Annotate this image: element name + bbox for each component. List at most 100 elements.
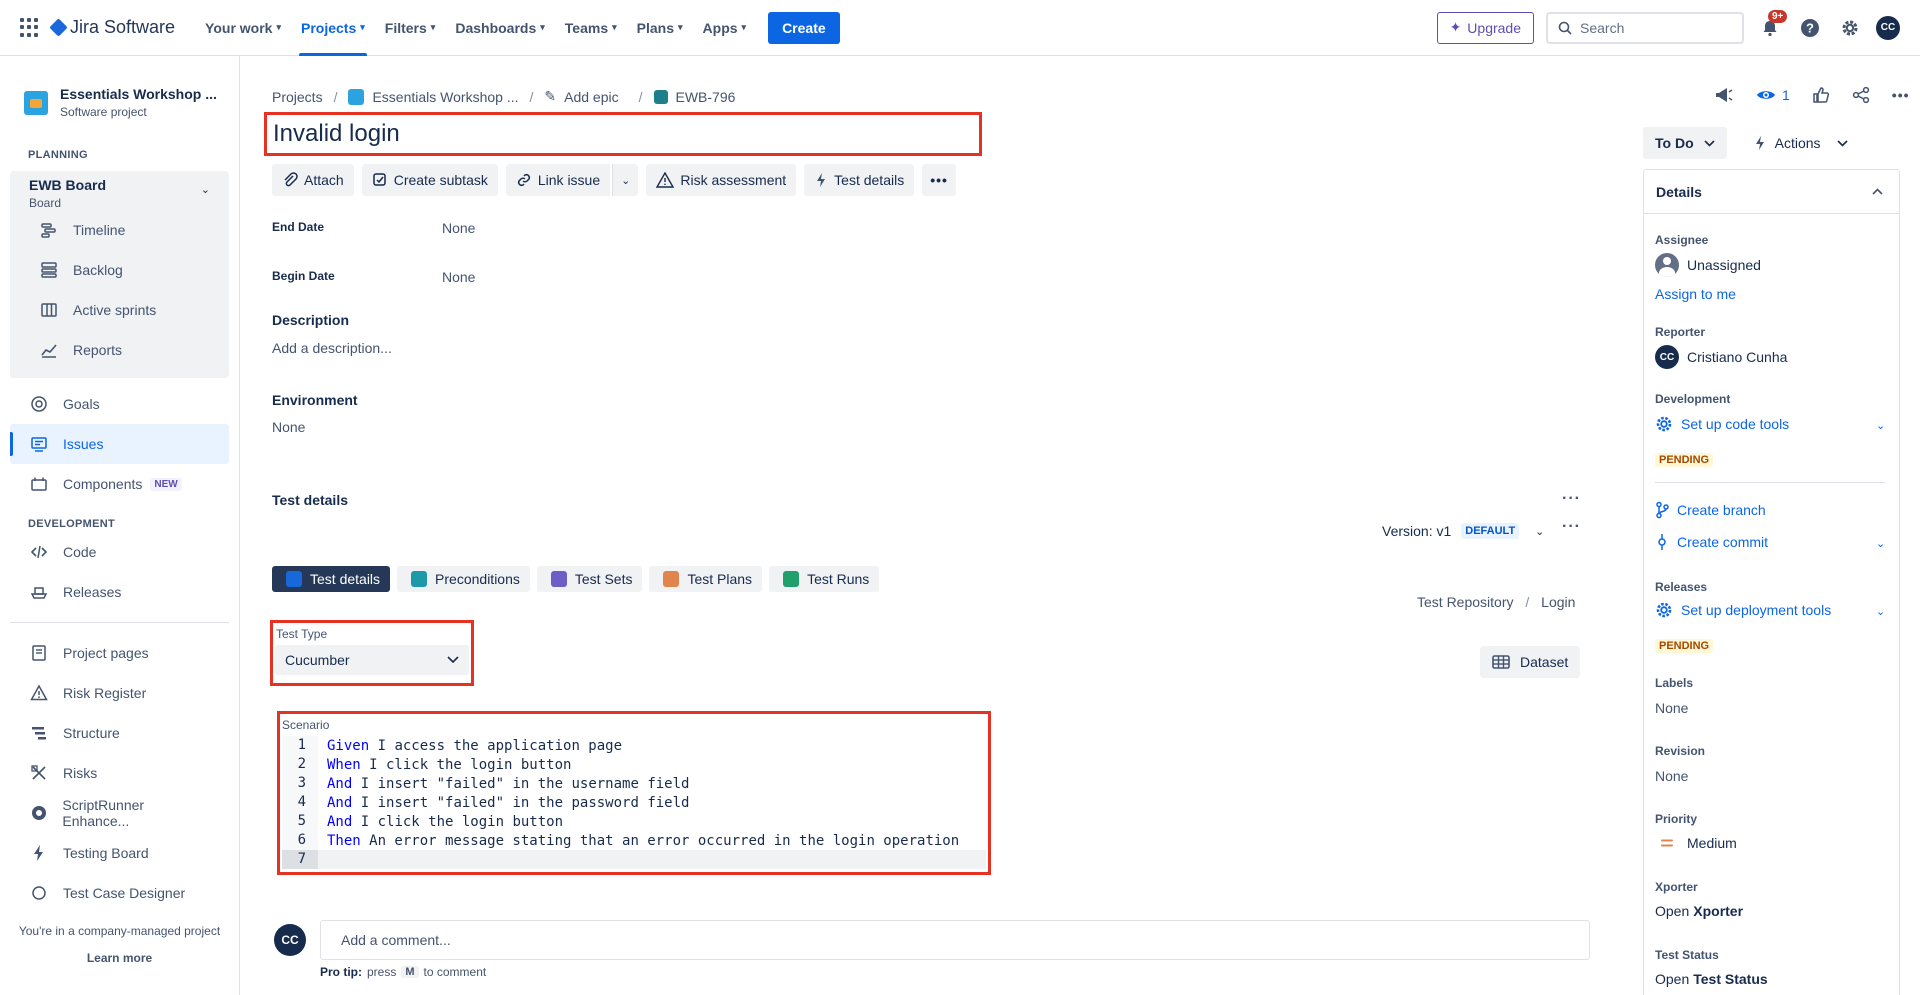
tab-test-details[interactable]: Test details [272,566,391,592]
version-more-icon[interactable]: ··· [1562,518,1581,536]
actions-dropdown[interactable]: Actions [1741,127,1860,159]
environment-value[interactable]: None [272,419,305,435]
revision-value[interactable]: None [1655,768,1688,784]
learn-more-link[interactable]: Learn more [0,951,239,965]
tab-preconditions[interactable]: Preconditions [397,566,530,592]
test-status-value[interactable]: Open Test Status [1655,971,1768,987]
sidebar-item-project-pages[interactable]: Project pages [0,633,239,673]
breadcrumb-add-epic[interactable]: Add epic [564,89,618,105]
thumbs-up-icon[interactable] [1812,86,1830,104]
user-avatar[interactable]: CC [1876,15,1900,40]
priority-value[interactable]: Medium [1655,835,1737,851]
details-header[interactable]: Details [1644,170,1899,214]
code-line[interactable]: 1 Given I access the application page [282,736,986,755]
xporter-value[interactable]: Open Xporter [1655,903,1743,919]
nav-filters[interactable]: Filters ▾ [377,0,444,56]
structure-icon [29,723,49,743]
assignee-value[interactable]: Unassigned [1655,253,1761,277]
sidebar-item-releases[interactable]: Releases [0,572,239,612]
test-folder-link[interactable]: Login [1541,594,1575,610]
version-selector[interactable]: Version: v1 DEFAULT ⌄ [1382,523,1544,539]
sidebar-item-risk-register[interactable]: Risk Register [0,673,239,713]
board-selector[interactable]: EWB Board Board ⌄ [10,177,229,210]
create-button[interactable]: Create [768,11,840,44]
create-branch-link[interactable]: Create branch [1655,501,1766,519]
test-details-button[interactable]: Test details [804,164,915,196]
sidebar-item-components[interactable]: Components NEW [0,464,239,504]
risk-assessment-button[interactable]: Risk assessment [646,164,797,196]
breadcrumb-project[interactable]: Essentials Workshop ... [372,89,518,105]
end-date-value[interactable]: None [442,220,475,236]
sidebar-item-reports[interactable]: Reports [10,330,229,370]
search-input[interactable]: Search [1546,11,1744,44]
comment-input[interactable]: Add a comment... [320,920,1590,960]
sidebar-item-scriptrunner[interactable]: ScriptRunner Enhance... [0,793,239,833]
nav-projects[interactable]: Projects ▾ [293,0,373,56]
labels-value[interactable]: None [1655,700,1688,716]
watch-button[interactable]: 1 [1756,87,1790,103]
set-up-code-tools-link[interactable]: Set up code tools [1655,415,1789,433]
issue-title[interactable]: Invalid login [273,120,973,148]
sidebar-item-structure[interactable]: Structure [0,713,239,753]
code-line[interactable]: 4 And I insert "failed" in the password f… [282,793,986,812]
scenario-editor[interactable]: 1 Given I access the application page 2 Whe… [282,736,986,869]
description-placeholder[interactable]: Add a description... [272,340,392,356]
dataset-button[interactable]: Dataset [1480,646,1581,678]
code-line[interactable]: 7 [282,850,986,869]
sidebar-item-timeline[interactable]: Timeline [10,210,229,250]
breadcrumb-issue-key[interactable]: EWB-796 [676,89,736,105]
sidebar-item-goals[interactable]: Goals [0,384,239,424]
nav-teams[interactable]: Teams ▾ [557,0,625,56]
begin-date-value[interactable]: None [442,269,475,285]
assign-to-me-link[interactable]: Assign to me [1655,286,1736,302]
settings-button[interactable] [1836,14,1864,42]
jira-logo[interactable]: Jira Software [49,17,175,38]
chevron-down-icon[interactable]: ⌄ [1876,537,1885,550]
nav-dashboards[interactable]: Dashboards ▾ [447,0,552,56]
sidebar-item-test-case-designer[interactable]: Test Case Designer [0,873,239,913]
sidebar-item-issues[interactable]: Issues [10,424,229,464]
set-up-deployment-tools-link[interactable]: Set up deployment tools [1655,601,1831,619]
project-header[interactable]: Essentials Workshop ... Software project [0,56,239,119]
pro-tip-suffix: to comment [423,965,487,979]
string-literal: "failed" [436,794,505,811]
nav-your-work[interactable]: Your work ▾ [197,0,289,56]
nav-apps[interactable]: Apps ▾ [695,0,755,56]
sidebar-item-testing-board[interactable]: Testing Board [0,833,239,873]
attach-button[interactable]: Attach [272,164,354,196]
link-issue-button[interactable]: Link issue [505,164,611,196]
create-commit-link[interactable]: Create commit [1655,533,1768,551]
test-type-select[interactable]: Cucumber [275,645,469,675]
more-actions-button[interactable]: ••• [922,164,956,196]
sidebar-item-code[interactable]: Code [0,532,239,572]
chevron-down-icon[interactable]: ⌄ [1876,419,1885,432]
tab-test-sets[interactable]: Test Sets [536,566,643,592]
tab-test-plans[interactable]: Test Plans [649,566,763,592]
app-switcher-icon[interactable] [20,17,40,38]
tab-test-runs[interactable]: Test Runs [769,566,880,592]
sidebar-item-active-sprints[interactable]: Active sprints [10,290,229,330]
sidebar-item-backlog[interactable]: Backlog [10,250,229,290]
megaphone-icon[interactable] [1714,86,1734,104]
code-line[interactable]: 6 Then An error message stating that an e… [282,831,986,850]
link-issue-dropdown[interactable]: ⌄ [612,164,639,196]
nav-plans[interactable]: Plans ▾ [629,0,691,56]
share-icon[interactable] [1852,86,1870,104]
more-icon[interactable]: ••• [1892,87,1910,103]
create-subtask-button[interactable]: Create subtask [361,164,498,196]
code-line[interactable]: 3 And I insert "failed" in the username f… [282,774,986,793]
test-details-tab-icon [286,571,302,587]
sidebar-item-risks[interactable]: Risks [0,753,239,793]
notifications-button[interactable]: 9+ [1756,9,1788,42]
help-button[interactable]: ? [1796,14,1824,42]
chevron-down-icon[interactable]: ⌄ [1876,605,1885,618]
test-repository-link[interactable]: Test Repository [1417,594,1513,610]
reporter-value[interactable]: CC Cristiano Cunha [1655,345,1787,369]
breadcrumb-projects[interactable]: Projects [272,89,323,105]
test-details-more-icon[interactable]: ··· [1562,490,1581,508]
status-dropdown[interactable]: To Do [1643,127,1727,159]
code-line[interactable]: 5 And I click the login button [282,812,986,831]
upgrade-button[interactable]: ✦ Upgrade [1436,11,1534,44]
code-line[interactable]: 2 When I click the login button [282,755,986,774]
sidebar-item-label: Testing Board [63,845,149,861]
